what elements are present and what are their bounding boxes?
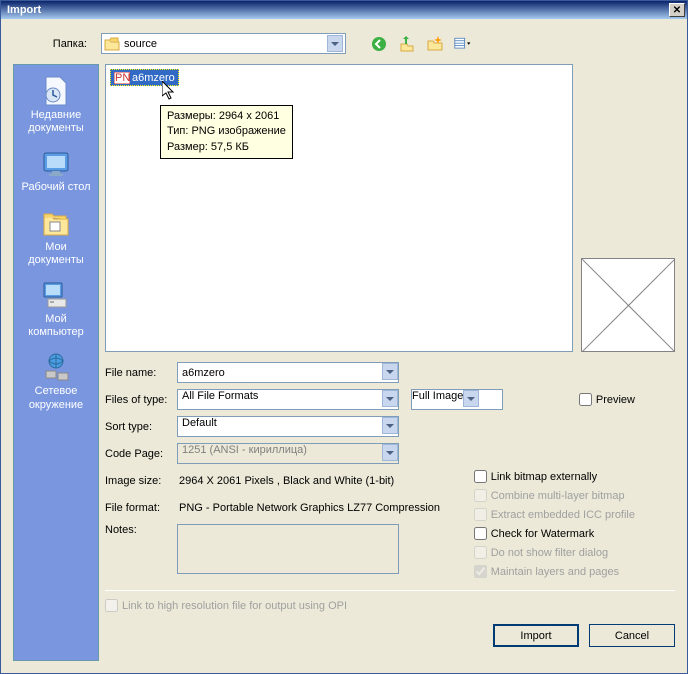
codepage-arrow xyxy=(382,444,398,461)
places-bar: Недавние документы Рабочий стол Мои доку… xyxy=(13,64,99,661)
sort-arrow[interactable] xyxy=(382,417,398,434)
place-recent[interactable]: Недавние документы xyxy=(16,71,96,139)
nav-icons xyxy=(370,35,472,53)
import-dialog: Import ✕ Папка: source xyxy=(0,0,688,674)
desktop-icon xyxy=(40,147,72,179)
dialog-title: Import xyxy=(3,4,669,16)
recent-docs-icon xyxy=(40,75,72,107)
imagesize-label: Image size: xyxy=(105,475,177,487)
folder-icon xyxy=(104,37,120,51)
svg-text:PNG: PNG xyxy=(115,72,130,84)
up-icon[interactable] xyxy=(398,35,416,53)
preview-column xyxy=(581,32,675,352)
extract-icc-input xyxy=(474,508,487,521)
preview-check-label: Preview xyxy=(596,394,635,406)
import-button[interactable]: Import xyxy=(493,624,579,647)
place-desktop-label: Рабочий стол xyxy=(21,181,90,194)
place-network[interactable]: Сетевое окружение xyxy=(16,347,96,415)
link-bitmap-input[interactable] xyxy=(474,470,487,483)
watermark-input[interactable] xyxy=(474,527,487,540)
main-area: Недавние документы Рабочий стол Мои доку… xyxy=(1,64,687,673)
sort-value: Default xyxy=(178,417,382,436)
fileformat-label: File format: xyxy=(105,502,177,514)
tooltip-size: Размер: 57,5 КБ xyxy=(167,140,286,155)
filetype-value: All File Formats xyxy=(178,390,382,409)
file-item-name: a6mzero xyxy=(132,72,175,84)
place-mydocs[interactable]: Мои документы xyxy=(16,203,96,271)
filename-label: File name: xyxy=(105,367,177,379)
link-bitmap-checkbox[interactable]: Link bitmap externally xyxy=(474,470,635,483)
combine-label: Combine multi-layer bitmap xyxy=(491,490,625,502)
filetype-arrow[interactable] xyxy=(382,390,398,407)
folder-combo[interactable]: source xyxy=(101,33,346,54)
codepage-combo: 1251 (ANSI - кириллица) xyxy=(177,443,399,464)
extract-icc-label: Extract embedded ICC profile xyxy=(491,509,635,521)
close-button[interactable]: ✕ xyxy=(669,3,685,17)
preview-checkbox[interactable]: Preview xyxy=(579,393,635,406)
right-pane: PNG a6mzero Размеры: 2964 x 2061 Тип: PN… xyxy=(105,64,675,661)
sort-combo[interactable]: Default xyxy=(177,416,399,437)
fileformat-value: PNG - Portable Network Graphics LZ77 Com… xyxy=(177,502,440,514)
file-area-row: PNG a6mzero Размеры: 2964 x 2061 Тип: PN… xyxy=(105,64,675,352)
fullimage-combo[interactable]: Full Image xyxy=(411,389,503,410)
no-filter-checkbox: Do not show filter dialog xyxy=(474,546,635,559)
place-recent-label: Недавние документы xyxy=(16,109,96,135)
place-desktop[interactable]: Рабочий стол xyxy=(16,143,96,198)
view-menu-icon[interactable] xyxy=(454,35,472,53)
mycomputer-icon xyxy=(40,279,72,311)
no-filter-label: Do not show filter dialog xyxy=(491,547,608,559)
button-row: Import Cancel xyxy=(105,612,675,647)
place-mydocs-label: Мои документы xyxy=(16,241,96,267)
filename-combo[interactable] xyxy=(177,362,399,383)
fullimage-value: Full Image xyxy=(412,390,463,409)
watermark-checkbox[interactable]: Check for Watermark xyxy=(474,527,635,540)
folder-value: source xyxy=(124,38,327,50)
place-mycomp-label: Мой компьютер xyxy=(16,313,96,339)
imagesize-value: 2964 X 2061 Pixels , Black and White (1-… xyxy=(177,475,394,487)
opi-checkbox: Link to high resolution file for output … xyxy=(105,599,675,612)
filename-arrow[interactable] xyxy=(382,363,398,380)
maintain-checkbox: Maintain layers and pages xyxy=(474,565,635,578)
watermark-label: Check for Watermark xyxy=(491,528,595,540)
form-area: File name: Files of type: All File Forma… xyxy=(105,362,675,647)
divider xyxy=(105,590,675,591)
place-network-label: Сетевое окружение xyxy=(16,385,96,411)
import-options: Link bitmap externally Combine multi-lay… xyxy=(474,470,635,580)
back-icon[interactable] xyxy=(370,35,388,53)
folder-label: Папка: xyxy=(13,38,95,50)
fullimage-arrow[interactable] xyxy=(463,390,479,407)
folder-combo-arrow[interactable] xyxy=(327,35,343,52)
notes-label: Notes: xyxy=(105,524,177,536)
cancel-button[interactable]: Cancel xyxy=(589,624,675,647)
file-item-selected[interactable]: PNG a6mzero xyxy=(110,69,179,86)
file-listing[interactable]: PNG a6mzero Размеры: 2964 x 2061 Тип: PN… xyxy=(105,64,573,352)
notes-box xyxy=(177,524,399,574)
sort-label: Sort type: xyxy=(105,421,177,433)
opi-label: Link to high resolution file for output … xyxy=(122,600,347,612)
place-mycomp[interactable]: Мой компьютер xyxy=(16,275,96,343)
maintain-input xyxy=(474,565,487,578)
maintain-label: Maintain layers and pages xyxy=(491,566,619,578)
codepage-value: 1251 (ANSI - кириллица) xyxy=(178,444,382,463)
titlebar: Import ✕ xyxy=(1,1,687,19)
png-file-icon: PNG xyxy=(114,72,130,84)
mydocs-icon xyxy=(40,207,72,239)
filetype-label: Files of type: xyxy=(105,394,177,406)
tooltip-type: Тип: PNG изображение xyxy=(167,124,286,139)
no-filter-input xyxy=(474,546,487,559)
new-folder-icon[interactable] xyxy=(426,35,444,53)
extract-icc-checkbox: Extract embedded ICC profile xyxy=(474,508,635,521)
codepage-label: Code Page: xyxy=(105,448,177,460)
combine-checkbox: Combine multi-layer bitmap xyxy=(474,489,635,502)
combine-input xyxy=(474,489,487,502)
preview-check-input[interactable] xyxy=(579,393,592,406)
tooltip-dims: Размеры: 2964 x 2061 xyxy=(167,109,286,124)
link-bitmap-label: Link bitmap externally xyxy=(491,471,597,483)
network-icon xyxy=(40,351,72,383)
filetype-combo[interactable]: All File Formats xyxy=(177,389,399,410)
filename-input[interactable] xyxy=(178,363,382,382)
preview-box xyxy=(581,258,675,352)
opi-input xyxy=(105,599,118,612)
file-tooltip: Размеры: 2964 x 2061 Тип: PNG изображени… xyxy=(160,105,293,159)
